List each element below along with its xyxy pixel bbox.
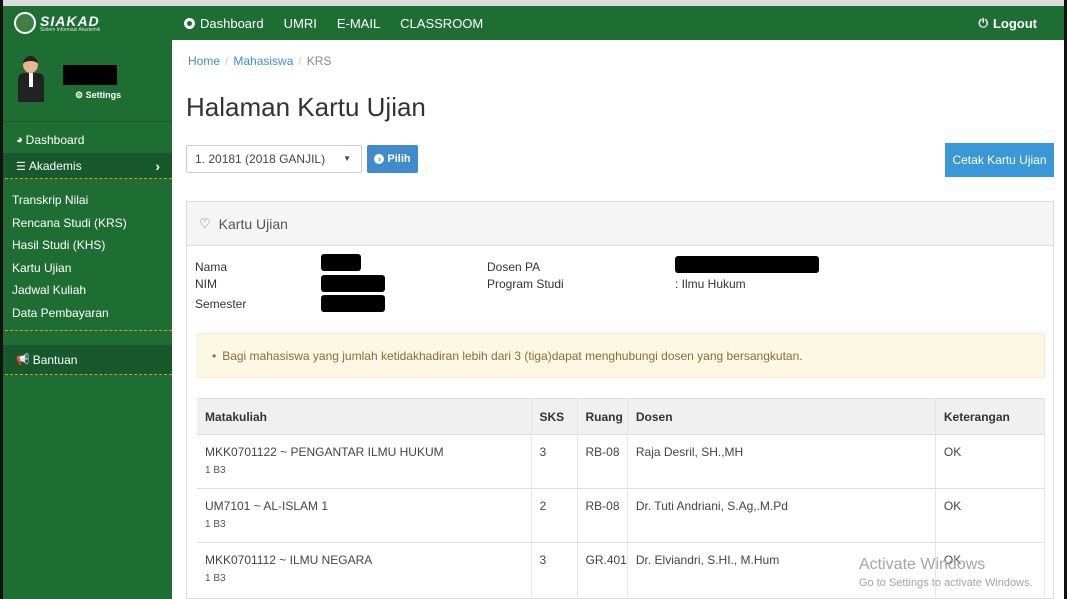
cell-keterangan: OK xyxy=(935,434,1046,489)
akademis-submenu: Transkrip Nilai Rencana Studi (KRS) Hasi… xyxy=(0,179,172,331)
window-frame-left xyxy=(0,0,3,599)
semester-select-value: 1. 20181 (2018 GANJIL) xyxy=(195,152,326,166)
dashboard-icon: ◕ xyxy=(16,134,23,146)
header-dosen: Dosen xyxy=(627,398,936,435)
breadcrumb-current: KRS xyxy=(306,54,332,68)
cell-dosen: Raja Desril, SH.,MH xyxy=(627,434,936,489)
logo-emblem-icon xyxy=(14,12,36,34)
dosen-pa-redacted xyxy=(675,256,819,273)
cell-matakuliah: MKK0701112 ~ ILMU NEGARA 1 B3 xyxy=(197,542,532,597)
menu-bars-icon: ☰ xyxy=(16,160,26,173)
cell-kelas: 1 B3 xyxy=(205,573,226,584)
header-sks: SKS xyxy=(531,398,578,435)
panel-heading: ♡ Kartu Ujian xyxy=(187,202,1053,246)
cell-kelas: 1 B3 xyxy=(205,465,226,476)
bullet-icon: • xyxy=(212,348,217,363)
lightbulb-icon: ♡ xyxy=(199,215,211,231)
sidebar-item-kartu-ujian[interactable]: Kartu Ujian xyxy=(12,257,172,280)
sidebar: ⚙ Settings ◕ Dashboard ☰ Akademis › Transk… xyxy=(0,40,172,599)
student-info: Nama NIM Semester Dosen PA Program Studi… xyxy=(187,246,1053,331)
username-redacted xyxy=(63,65,117,85)
notice-text: Bagi mahasiswa yang jumlah ketidakhadira… xyxy=(222,348,803,363)
nav-umri-link[interactable]: UMRI xyxy=(284,16,317,31)
nama-redacted xyxy=(321,254,361,271)
megaphone-icon: 📢 xyxy=(16,354,30,366)
semester-select[interactable]: 1. 20181 (2018 GANJIL) ▼ xyxy=(186,145,362,173)
sidebar-item-bantuan[interactable]: 📢 Bantuan xyxy=(0,345,172,375)
sidebar-item-dashboard[interactable]: ◕ Dashboard xyxy=(0,127,172,153)
brand-logo[interactable]: SIAKAD Sistem Informasi Akademik xyxy=(0,6,172,40)
top-navbar: SIAKAD Sistem Informasi Akademik Dashboa… xyxy=(0,6,1067,40)
sidebar-item-hasil-studi[interactable]: Hasil Studi (KHS) xyxy=(12,234,172,257)
semester-redacted xyxy=(321,295,385,312)
table-row: MKK0701122 ~ PENGANTAR ILMU HUKUM 1 B3 3 … xyxy=(197,434,1046,489)
brand-subtitle: Sistem Informasi Akademik xyxy=(40,27,101,33)
label-program-studi: Program Studi xyxy=(487,277,564,291)
user-profile: ⚙ Settings xyxy=(0,40,172,122)
cetak-kartu-ujian-button[interactable]: Cetak Kartu Ujian xyxy=(945,143,1054,177)
attendance-notice: • Bagi mahasiswa yang jumlah ketidakhadi… xyxy=(197,333,1045,378)
cell-sks: 3 xyxy=(531,434,578,489)
nim-redacted xyxy=(321,275,385,292)
cell-dosen: Dr. Elviandri, S.HI., M.Hum xyxy=(627,542,936,597)
header-ruang: Ruang xyxy=(577,398,628,435)
main-content: Home / Mahasiswa / KRS Halaman Kartu Ujian 1… xyxy=(172,40,1064,599)
table-row: MKK0701112 ~ ILMU NEGARA 1 B3 3 GR.401 Dr… xyxy=(197,542,1046,597)
label-semester: Semester xyxy=(195,297,247,311)
program-studi-value: : Ilmu Hukum xyxy=(675,277,746,291)
label-nama: Nama xyxy=(195,260,228,274)
pilih-button[interactable]: › Pilih xyxy=(367,145,418,173)
logout-button[interactable]: ⏻ Logout xyxy=(978,6,1037,40)
table-row: UM7101 ~ AL-ISLAM 11 B3 2 RB-08 Dr. Tuti… xyxy=(197,488,1046,543)
avatar xyxy=(18,54,44,102)
power-icon: ⏻ xyxy=(978,15,988,30)
panel-title: Kartu Ujian xyxy=(218,215,288,232)
nav-email-link[interactable]: E-MAIL xyxy=(337,16,380,31)
settings-link[interactable]: ⚙ Settings xyxy=(75,90,121,101)
caret-down-icon: ▼ xyxy=(343,154,351,163)
nav-links: Dashboard UMRI E-MAIL CLASSROOM xyxy=(184,16,503,31)
cell-sks: 2 xyxy=(531,488,578,543)
label-nim: NIM xyxy=(195,277,217,291)
nav-dashboard-link[interactable]: Dashboard xyxy=(184,16,264,31)
breadcrumb-home[interactable]: Home xyxy=(188,54,220,68)
cell-keterangan: OK xyxy=(935,488,1046,543)
sidebar-item-akademis[interactable]: ☰ Akademis › xyxy=(0,153,172,179)
sidebar-item-transkrip-nilai[interactable]: Transkrip Nilai xyxy=(12,189,172,212)
cell-dosen: Dr. Tuti Andriani, S.Ag,.M.Pd xyxy=(627,488,936,543)
label-dosen-pa: Dosen PA xyxy=(487,260,541,274)
cell-matakuliah: MKK0701122 ~ PENGANTAR ILMU HUKUM 1 B3 xyxy=(197,434,532,489)
cell-ruang: GR.401 xyxy=(577,542,628,597)
sidebar-item-jadwal-kuliah[interactable]: Jadwal Kuliah xyxy=(12,279,172,302)
globe-icon xyxy=(184,17,195,29)
nav-classroom-link[interactable]: CLASSROOM xyxy=(400,16,483,31)
cell-kelas: 1 B3 xyxy=(205,519,226,530)
sidebar-item-rencana-studi[interactable]: Rencana Studi (KRS) xyxy=(12,212,172,235)
table-header-row: Matakuliah SKS Ruang Dosen Keterangan xyxy=(197,398,1046,435)
breadcrumb: Home / Mahasiswa / KRS xyxy=(188,54,332,68)
sidebar-item-data-pembayaran[interactable]: Data Pembayaran xyxy=(12,302,172,325)
breadcrumb-mahasiswa[interactable]: Mahasiswa xyxy=(233,54,293,68)
cell-sks: 3 xyxy=(531,542,578,597)
header-matakuliah: Matakuliah xyxy=(197,398,532,435)
cell-matakuliah: UM7101 ~ AL-ISLAM 11 B3 xyxy=(197,488,532,543)
page-title: Halaman Kartu Ujian xyxy=(186,92,426,122)
arrow-circle-icon: › xyxy=(374,154,385,164)
cell-ruang: RB-08 xyxy=(577,434,628,489)
cell-keterangan: OK xyxy=(935,542,1046,597)
header-keterangan: Keterangan xyxy=(935,398,1046,435)
cell-ruang: RB-08 xyxy=(577,488,628,543)
gear-icon: ⚙ xyxy=(75,90,86,100)
exam-schedule-table: Matakuliah SKS Ruang Dosen Keterangan MK… xyxy=(197,398,1046,597)
chevron-right-icon: › xyxy=(155,157,160,174)
kartu-ujian-panel: ♡ Kartu Ujian Nama NIM Semester Dosen PA… xyxy=(186,201,1054,599)
